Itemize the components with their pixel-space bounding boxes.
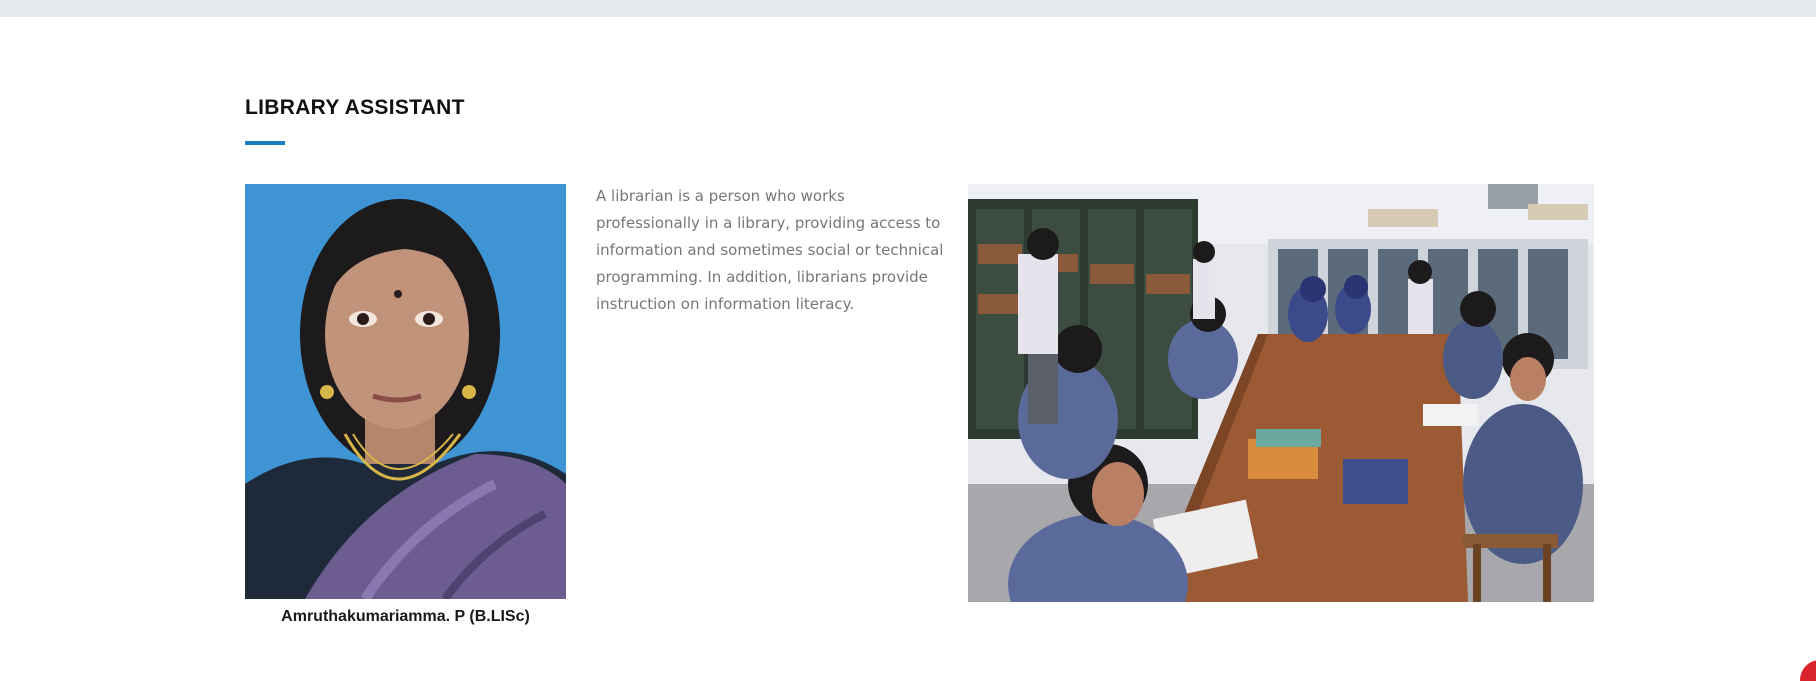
library-photo	[968, 184, 1594, 602]
description-text: A librarian is a person who works profes…	[596, 187, 944, 313]
title-underline	[245, 141, 285, 145]
chat-widget-button[interactable]	[1800, 660, 1816, 681]
portrait-photo	[245, 184, 566, 599]
staff-name-caption: Amruthakumariamma. P (B.LISc)	[281, 608, 530, 625]
section-title: LIBRARY ASSISTANT	[245, 96, 465, 119]
portrait-image-icon	[245, 184, 566, 599]
top-bar	[0, 0, 1816, 17]
library-reading-room-icon	[968, 184, 1594, 602]
